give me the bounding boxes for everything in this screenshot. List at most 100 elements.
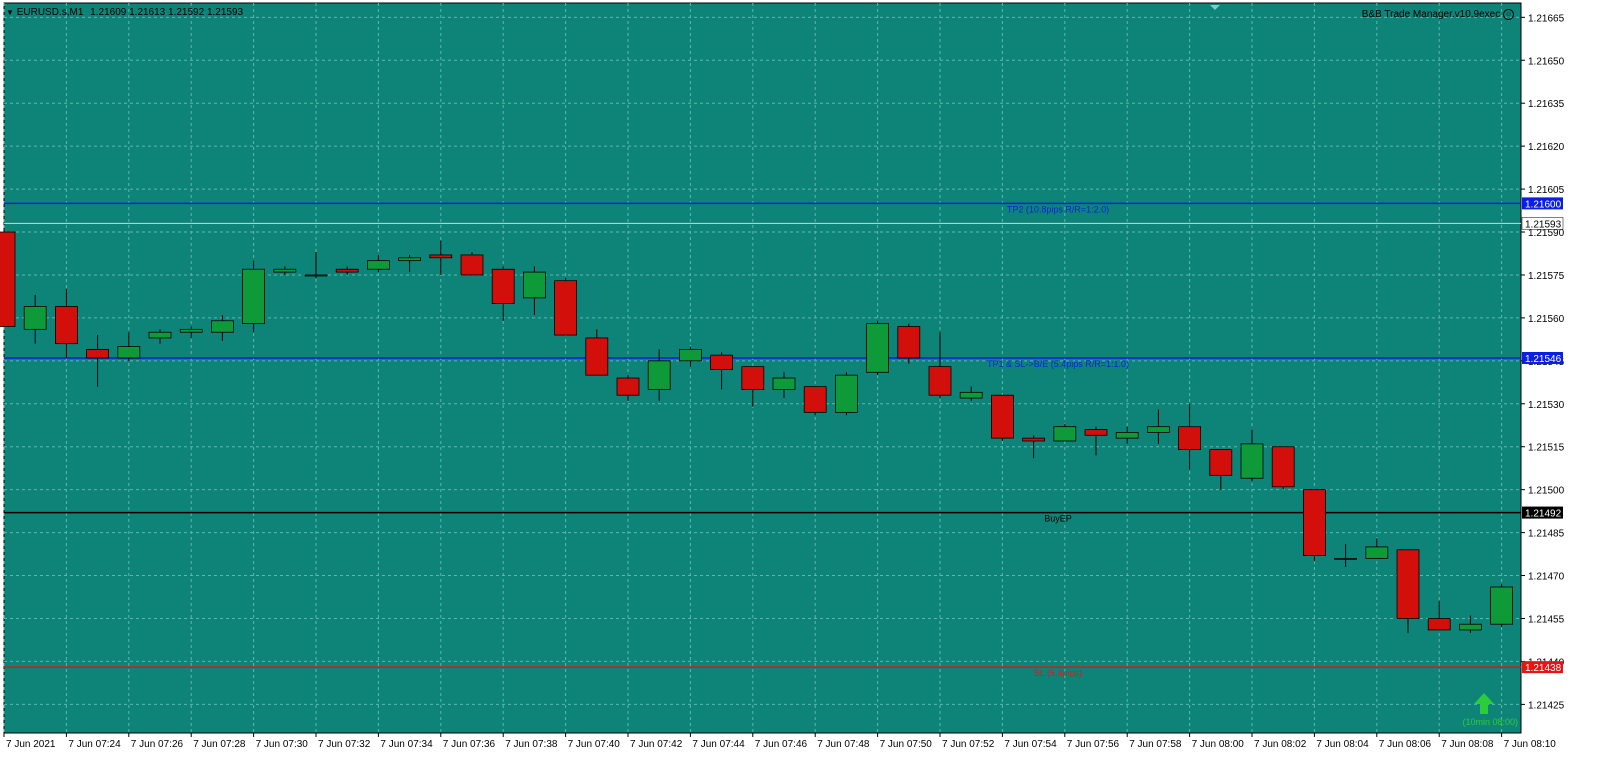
candle-body — [1240, 443, 1264, 479]
candle-body — [117, 346, 141, 359]
candle-body — [398, 257, 422, 262]
candle-body — [1115, 432, 1139, 439]
x-tick-label: 7 Jun 07:34 — [380, 739, 433, 750]
x-tick-label: 7 Jun 08:06 — [1379, 739, 1432, 750]
candle-body — [148, 331, 172, 339]
candle-body — [1022, 437, 1045, 442]
x-tick-label: 7 Jun 07:50 — [880, 739, 933, 750]
x-tick-label: 7 Jun 07:54 — [1004, 739, 1057, 750]
y-tick-label: 1.21485 — [1528, 529, 1565, 540]
candle[interactable] — [991, 394, 1014, 441]
candle-body — [679, 348, 702, 362]
candle-body — [866, 323, 889, 373]
candle[interactable] — [242, 260, 266, 333]
candle-body — [1365, 546, 1389, 559]
level-line-label: SL (5.4pips) — [1034, 668, 1082, 678]
y-tick-label: 1.21605 — [1528, 185, 1565, 196]
x-tick-label: 7 Jun 2021 — [6, 739, 56, 750]
candle-body — [710, 354, 733, 370]
level-line-label: TP1 & SL->B/E (5.4pips R/R=1:1.0) — [987, 359, 1129, 369]
candle-body — [23, 306, 47, 330]
candle-body — [460, 254, 484, 276]
y-tick-label: 1.21650 — [1528, 56, 1565, 67]
candle-body — [741, 366, 765, 390]
candle-body — [1459, 623, 1482, 631]
x-tick-label: 7 Jun 08:00 — [1192, 739, 1245, 750]
level-line-label: TP2 (10.8pips R/R=1:2.0) — [1007, 204, 1109, 214]
candle[interactable] — [1303, 489, 1326, 562]
x-tick-label: 7 Jun 07:30 — [256, 739, 309, 750]
y-tick-label: 1.21620 — [1528, 142, 1565, 153]
candle-body — [554, 280, 577, 336]
y-tick-label: 1.21635 — [1528, 99, 1565, 110]
bid-price-label: 1.21593 — [1525, 219, 1562, 230]
candle-body — [273, 268, 297, 273]
ea-status: B&B Trade Manager.v10.9exec ☺ — [1362, 9, 1514, 20]
x-tick-label: 7 Jun 07:38 — [505, 739, 558, 750]
candle-body — [1427, 618, 1451, 631]
candle-body — [55, 306, 78, 345]
y-tick-label: 1.21500 — [1528, 486, 1565, 497]
candle-body — [897, 326, 921, 359]
candle[interactable] — [1053, 423, 1077, 442]
candle-body — [1303, 489, 1326, 556]
candle-body — [429, 254, 453, 259]
y-tick-label: 1.21470 — [1528, 572, 1565, 583]
candle-body — [772, 377, 796, 390]
y-tick-label: 1.21530 — [1528, 400, 1565, 411]
candle[interactable] — [0, 229, 16, 327]
candle-body — [991, 394, 1014, 439]
x-tick-label: 7 Jun 07:46 — [755, 739, 808, 750]
candle-body — [1209, 449, 1233, 476]
candle[interactable] — [835, 372, 858, 416]
price-chart[interactable]: TP2 (10.8pips R/R=1:2.0) TP1 & SL->B/E (5… — [0, 0, 1606, 773]
candle-body — [928, 366, 952, 396]
candle[interactable] — [897, 323, 921, 364]
y-tick-label: 1.21560 — [1528, 314, 1565, 325]
x-tick-label: 7 Jun 07:42 — [630, 739, 683, 750]
y-tick-label: 1.21665 — [1528, 13, 1565, 24]
candle-body — [491, 268, 515, 304]
candle-body — [366, 260, 390, 270]
candle-body — [1084, 429, 1108, 436]
candle-body — [1147, 426, 1170, 433]
x-tick-label: 7 Jun 07:32 — [318, 739, 371, 750]
candle-body — [1178, 426, 1201, 450]
candle[interactable] — [803, 386, 827, 416]
x-tick-label: 7 Jun 08:10 — [1504, 739, 1557, 750]
chart-header: ▼ EURUSD.s,M1 1.21609 1.21613 1.21592 1.… — [6, 7, 243, 18]
candle-body — [335, 268, 359, 273]
x-tick-label: 7 Jun 07:44 — [692, 739, 745, 750]
candle-body — [616, 377, 640, 396]
price-tag-label: 1.21600 — [1525, 199, 1562, 210]
y-tick-label: 1.21455 — [1528, 614, 1565, 625]
price-tag-label: 1.21492 — [1525, 509, 1562, 520]
candle-body — [0, 231, 16, 327]
x-tick-label: 7 Jun 08:02 — [1254, 739, 1307, 750]
ea-name: B&B Trade Manager.v10.9exec — [1361, 9, 1501, 21]
candle-body — [523, 271, 546, 299]
x-tick-label: 7 Jun 08:04 — [1316, 739, 1369, 750]
candle-body — [304, 274, 328, 277]
chart-canvas[interactable]: TP2 (10.8pips R/R=1:2.0) TP1 & SL->B/E (5… — [0, 0, 1606, 773]
candle-body — [835, 374, 858, 413]
candle-body — [803, 386, 827, 413]
candle-body — [179, 328, 203, 333]
x-tick-label: 7 Jun 07:56 — [1067, 739, 1120, 750]
smiley-icon[interactable]: ☺ — [1503, 9, 1514, 20]
candle[interactable] — [1490, 584, 1513, 628]
candle[interactable] — [1271, 446, 1295, 490]
candle-body — [1396, 549, 1420, 619]
candle-body — [1271, 446, 1295, 488]
menu-arrow-icon[interactable]: ▼ — [6, 8, 14, 17]
candle[interactable] — [460, 252, 484, 276]
x-tick-label: 7 Jun 07:52 — [942, 739, 995, 750]
x-tick-label: 7 Jun 07:36 — [443, 739, 496, 750]
candle[interactable] — [554, 277, 577, 336]
candle-body — [1334, 557, 1357, 560]
candle-body — [585, 337, 609, 376]
x-tick-label: 7 Jun 07:24 — [68, 739, 121, 750]
y-tick-label: 1.21515 — [1528, 443, 1565, 454]
candle[interactable] — [866, 320, 889, 376]
candle-body — [1490, 586, 1513, 625]
